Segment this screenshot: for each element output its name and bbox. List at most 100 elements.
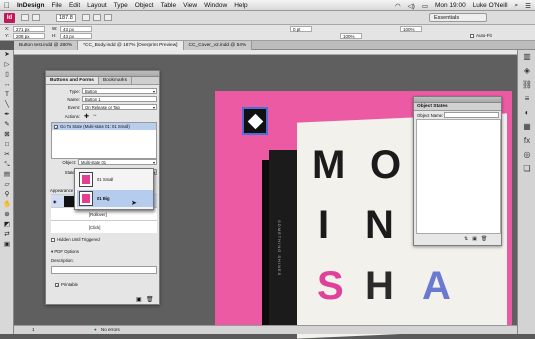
tab-button-test[interactable]: Button test.indd @ 280% <box>14 41 79 50</box>
arrange-documents-icon[interactable] <box>103 14 112 21</box>
printable-checkbox[interactable]: ✓ Printable <box>55 282 78 287</box>
preflight-status-icon[interactable]: ● <box>94 326 97 334</box>
swap-colors-icon[interactable]: ⇄ <box>0 230 14 240</box>
menu-window[interactable]: Window <box>204 2 227 9</box>
y-field[interactable]: 208 px <box>13 33 45 39</box>
wifi-icon[interactable]: ◠ <box>395 2 401 10</box>
links-panel-icon[interactable]: ⛓ <box>518 78 535 92</box>
delete-button-icon[interactable]: 🗑 <box>146 296 154 303</box>
menu-object[interactable]: Object <box>135 2 154 9</box>
workspace-switcher[interactable]: Essentials <box>429 13 487 22</box>
stroke-weight-field[interactable]: 0 pt <box>290 26 312 32</box>
add-action-icon[interactable]: ✚ <box>84 113 89 120</box>
menu-layout[interactable]: Layout <box>87 2 107 9</box>
page-tool-icon[interactable]: ▯ <box>0 70 14 80</box>
bridge-icon[interactable] <box>21 14 29 21</box>
menu-app-name[interactable]: InDesign <box>17 2 44 9</box>
fill-stroke-icon[interactable]: ◩ <box>0 220 14 230</box>
direct-selection-tool-icon[interactable]: ▷ <box>0 60 14 70</box>
color-panel-icon[interactable]: ◐ <box>518 106 535 120</box>
state-option-small[interactable]: 01 Small <box>77 171 153 188</box>
zoom-tool-icon[interactable]: ⊕ <box>0 210 14 220</box>
type-select[interactable]: Button ▾ <box>82 88 157 94</box>
menu-help[interactable]: Help <box>234 2 247 9</box>
menu-view[interactable]: View <box>183 2 197 9</box>
free-transform-tool-icon[interactable]: ⤡ <box>0 160 14 170</box>
new-button-icon[interactable]: ▣ <box>136 296 142 303</box>
new-state-icon[interactable]: ▣ <box>472 236 477 242</box>
diamond-icon <box>247 113 264 130</box>
object-states-tab[interactable]: Object States <box>414 103 501 111</box>
scissors-tool-icon[interactable]: ✂ <box>0 150 14 160</box>
menu-table[interactable]: Table <box>161 2 177 9</box>
gap-tool-icon[interactable]: ↔ <box>0 80 14 90</box>
event-select[interactable]: On Release or Tap ▾ <box>82 104 157 110</box>
volume-icon[interactable]: ◁) <box>408 2 415 10</box>
view-options-icon[interactable] <box>81 14 90 21</box>
minibridge-icon[interactable] <box>32 14 40 21</box>
menu-edit[interactable]: Edit <box>69 2 80 9</box>
selection-tool-icon[interactable]: ➤ <box>0 50 14 60</box>
action-item[interactable]: ✓ Go To State (Multi-state 01: 01 Small) <box>52 123 156 130</box>
menu-type[interactable]: Type <box>114 2 128 9</box>
appearance-row-click[interactable]: [Click] <box>51 220 157 233</box>
x-label: X: <box>5 26 10 31</box>
spotlight-icon[interactable]: ⌕ <box>515 2 519 10</box>
scale-field[interactable]: 100% <box>400 26 422 32</box>
menu-file[interactable]: File <box>51 2 61 9</box>
status-bar: 1 ● No errors <box>14 325 517 334</box>
tab-buttons-and-forms[interactable]: Buttons and Forms <box>46 77 99 84</box>
state-option-big[interactable]: 01 Big <box>77 190 153 207</box>
pencil-tool-icon[interactable]: ✎ <box>0 120 14 130</box>
hidden-until-triggered-checkbox[interactable]: Hidden Until Triggered <box>51 237 100 242</box>
rectangle-frame-tool-icon[interactable]: ⊠ <box>0 130 14 140</box>
zoom-level-field[interactable]: 187.8 <box>56 13 76 22</box>
note-tool-icon[interactable]: ▱ <box>0 180 14 190</box>
menu-clock[interactable]: Mon 19:00 <box>435 2 466 9</box>
hand-tool-icon[interactable]: ✋ <box>0 200 14 210</box>
apple-icon[interactable]:  <box>4 1 10 10</box>
battery-icon[interactable]: ▭ <box>422 2 428 10</box>
pages-panel-icon[interactable]: ▥ <box>518 50 535 64</box>
effects-panel-icon[interactable]: fx <box>518 134 535 148</box>
action-checkbox[interactable]: ✓ <box>54 124 58 129</box>
name-field[interactable]: Button 1 <box>82 96 157 102</box>
tab-cc-body[interactable]: *CC_Body.indd @ 187% [Overprint Preview] <box>78 41 184 50</box>
gradient-tool-icon[interactable]: ▤ <box>0 170 14 180</box>
object-states-panel: Object States Object Name: ⇅ ▣ 🗑 <box>413 96 502 246</box>
page-number-field[interactable]: 1 <box>32 326 35 334</box>
tab-bookmarks[interactable]: Bookmarks <box>99 77 132 84</box>
type-value: Button <box>85 89 98 94</box>
type-tool-icon[interactable]: T <box>0 90 14 100</box>
selected-button-object[interactable] <box>242 107 268 135</box>
rectangle-tool-icon[interactable]: □ <box>0 140 14 150</box>
cursor-icon: ➤ <box>131 200 137 207</box>
object-name-field[interactable] <box>444 112 499 118</box>
list-icon[interactable]: ☰ <box>525 2 531 10</box>
object-states-panel-icon[interactable]: ❏ <box>518 162 535 176</box>
screen-mode-tool-icon[interactable]: ▣ <box>0 240 14 250</box>
opacity-field[interactable]: 100% <box>340 33 362 39</box>
line-tool-icon[interactable]: ╲ <box>0 100 14 110</box>
w-field[interactable]: 43 px <box>60 26 92 32</box>
pdf-options-disclosure[interactable]: ▾ PDF Options <box>51 249 79 255</box>
h-field[interactable]: 43 px <box>60 33 92 39</box>
description-field[interactable] <box>51 266 157 274</box>
eye-icon[interactable]: ◉ <box>53 199 57 204</box>
object-select[interactable]: Multi-state 01 ▾ <box>78 159 157 165</box>
menu-user[interactable]: Luke O'Neill <box>473 2 508 9</box>
autofit-checkbox[interactable]: Auto-Fit <box>470 33 492 38</box>
layers-panel-icon[interactable]: ◈ <box>518 64 535 78</box>
screen-mode-icon[interactable] <box>92 14 101 21</box>
delete-state-icon[interactable]: 🗑 <box>481 236 487 242</box>
autofit-label: Auto-Fit <box>476 33 492 38</box>
stroke-panel-icon[interactable]: ≡ <box>518 92 535 106</box>
buttons-panel-icon[interactable]: ◎ <box>518 148 535 162</box>
x-field[interactable]: 271 px <box>13 26 45 32</box>
pen-tool-icon[interactable]: ✒ <box>0 110 14 120</box>
convert-icon[interactable]: ⇅ <box>464 236 468 242</box>
eyedropper-tool-icon[interactable]: ⚲ <box>0 190 14 200</box>
remove-action-icon[interactable]: − <box>93 113 97 119</box>
tab-cc-cover[interactable]: CC_Cover_v2.indd @ 54% <box>183 41 253 50</box>
swatches-panel-icon[interactable]: ▦ <box>518 120 535 134</box>
